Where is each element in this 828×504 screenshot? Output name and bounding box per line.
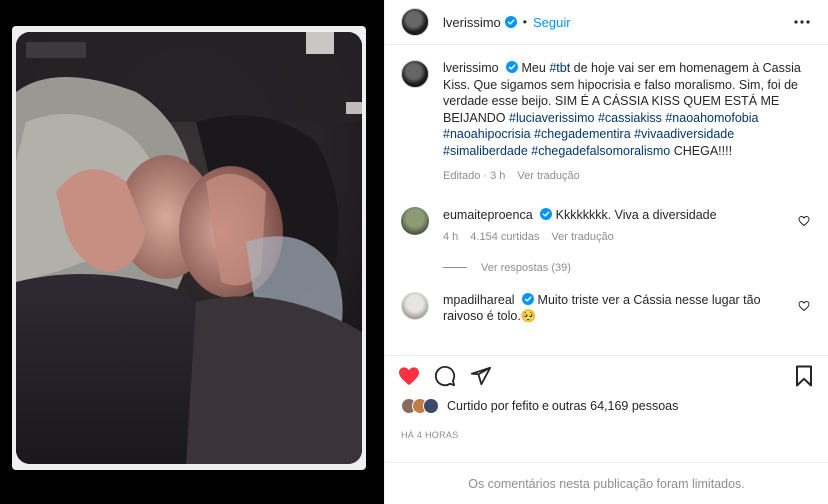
verified-badge-icon xyxy=(506,61,519,73)
comment-likes[interactable]: 4.154 curtidas xyxy=(470,229,539,246)
comment-body: mpadilhareal Muito triste ver a Cássia n… xyxy=(443,292,812,325)
post-header: lverissimo • Seguir xyxy=(385,0,828,45)
small-heart-icon[interactable] xyxy=(798,300,810,312)
comment-username[interactable]: eumaiteproenca xyxy=(443,208,533,222)
hashtag-link[interactable]: #tbt xyxy=(549,61,570,75)
caption-username[interactable]: lverissimo xyxy=(443,61,499,75)
caption-translate-link[interactable]: Ver tradução xyxy=(517,168,579,185)
caption-meta: Editado · 3 h Ver tradução xyxy=(443,168,812,185)
verified-badge-icon xyxy=(522,292,535,305)
hashtag-link[interactable]: #vivaadiversidade xyxy=(634,127,734,141)
caption-message: Meu #tbt de hoje vai ser em homenagem à … xyxy=(443,61,801,158)
hashtag-link[interactable]: #cassiakiss xyxy=(598,111,662,125)
media-pane xyxy=(0,0,384,504)
comment-text-row: mpadilhareal Muito triste ver a Cássia n… xyxy=(443,292,792,325)
comment-username[interactable]: mpadilhareal xyxy=(443,293,515,307)
hashtag-link[interactable]: #naoahomofobia xyxy=(665,111,758,125)
likes-summary[interactable]: Curtido por fefito e outras 64,169 pesso… xyxy=(401,398,678,414)
more-options-icon xyxy=(794,20,810,24)
likes-prefix: Curtido por xyxy=(447,399,509,413)
post-sidebar: lverissimo • Seguir lverissimo Meu #tbt … xyxy=(384,0,828,504)
more-options-button[interactable] xyxy=(792,12,812,32)
heart-icon xyxy=(399,366,419,385)
small-heart-icon[interactable] xyxy=(798,215,810,227)
comments-limited-notice: Os comentários nesta publicação foram li… xyxy=(385,462,828,504)
kiss-photo-image xyxy=(16,32,362,464)
action-bar xyxy=(385,355,828,395)
replies-divider xyxy=(443,267,467,268)
verified-badge-icon xyxy=(504,16,517,28)
likes-count[interactable]: outras 64,169 pessoas xyxy=(552,399,678,413)
caption: lverissimo Meu #tbt de hoje vai ser em h… xyxy=(401,60,812,185)
bookmark-icon xyxy=(796,365,812,386)
view-replies-label[interactable]: Ver respostas (39) xyxy=(481,262,571,274)
post-time[interactable]: HÁ 4 HORAS xyxy=(401,430,459,440)
hashtag-link[interactable]: #simaliberdade xyxy=(443,144,528,158)
instagram-post-modal: lverissimo • Seguir lverissimo Meu #tbt … xyxy=(0,0,828,504)
liker-avatar xyxy=(423,398,439,414)
comment-icon xyxy=(434,365,456,386)
like-button[interactable] xyxy=(397,364,421,388)
comment-item: eumaiteproenca Kkkkkkkk. Viva a diversid… xyxy=(401,206,812,246)
media-card xyxy=(12,26,366,470)
comment-text: Kkkkkkkk. Viva a diversidade xyxy=(552,207,717,222)
comment-button[interactable] xyxy=(433,364,457,388)
hashtag-link[interactable]: #chegadefalsomoralismo xyxy=(531,144,670,158)
hashtag-link[interactable]: #naoahipocrisia xyxy=(443,127,531,141)
author-username[interactable]: lverissimo xyxy=(443,15,501,30)
comment-avatar[interactable] xyxy=(401,291,429,320)
comment-avatar[interactable] xyxy=(401,206,429,235)
comment-body: eumaiteproenca Kkkkkkkk. Viva a diversid… xyxy=(443,207,812,246)
caption-text-segment: CHEGA!!!! xyxy=(670,143,733,158)
caption-edited-time: Editado · 3 h xyxy=(443,170,506,182)
hashtag-link[interactable]: #luciaverissimo xyxy=(509,111,594,125)
comments-scroll-area[interactable]: lverissimo Meu #tbt de hoje vai ser em h… xyxy=(385,46,828,354)
comment-translate-link[interactable]: Ver tradução xyxy=(551,229,613,246)
share-button[interactable] xyxy=(469,364,493,388)
save-button[interactable] xyxy=(792,364,816,388)
comment-meta: 4 h 4.154 curtidas Ver tradução xyxy=(443,229,792,246)
hashtag-link[interactable]: #chegadementira xyxy=(534,127,631,141)
caption-text: lverissimo Meu #tbt de hoje vai ser em h… xyxy=(443,60,812,159)
follow-button[interactable]: Seguir xyxy=(533,15,571,30)
author-avatar[interactable] xyxy=(401,8,429,36)
view-replies[interactable]: Ver respostas (39) xyxy=(443,262,812,274)
caption-body: lverissimo Meu #tbt de hoje vai ser em h… xyxy=(443,60,812,185)
separator-dot: • xyxy=(522,15,527,29)
comment-item: mpadilhareal Muito triste ver a Cássia n… xyxy=(401,291,812,325)
liker-avatars xyxy=(401,398,439,414)
caption-author-avatar[interactable] xyxy=(401,60,429,88)
likes-user[interactable]: fefito xyxy=(512,399,539,413)
share-icon xyxy=(470,366,492,385)
caption-text-segment: Meu xyxy=(518,61,550,75)
likes-middle: e xyxy=(541,399,549,413)
comment-text-row: eumaiteproenca Kkkkkkkk. Viva a diversid… xyxy=(443,207,792,224)
verified-badge-icon xyxy=(540,207,553,220)
post-photo[interactable] xyxy=(16,32,362,464)
comment-time: 4 h xyxy=(443,231,459,243)
